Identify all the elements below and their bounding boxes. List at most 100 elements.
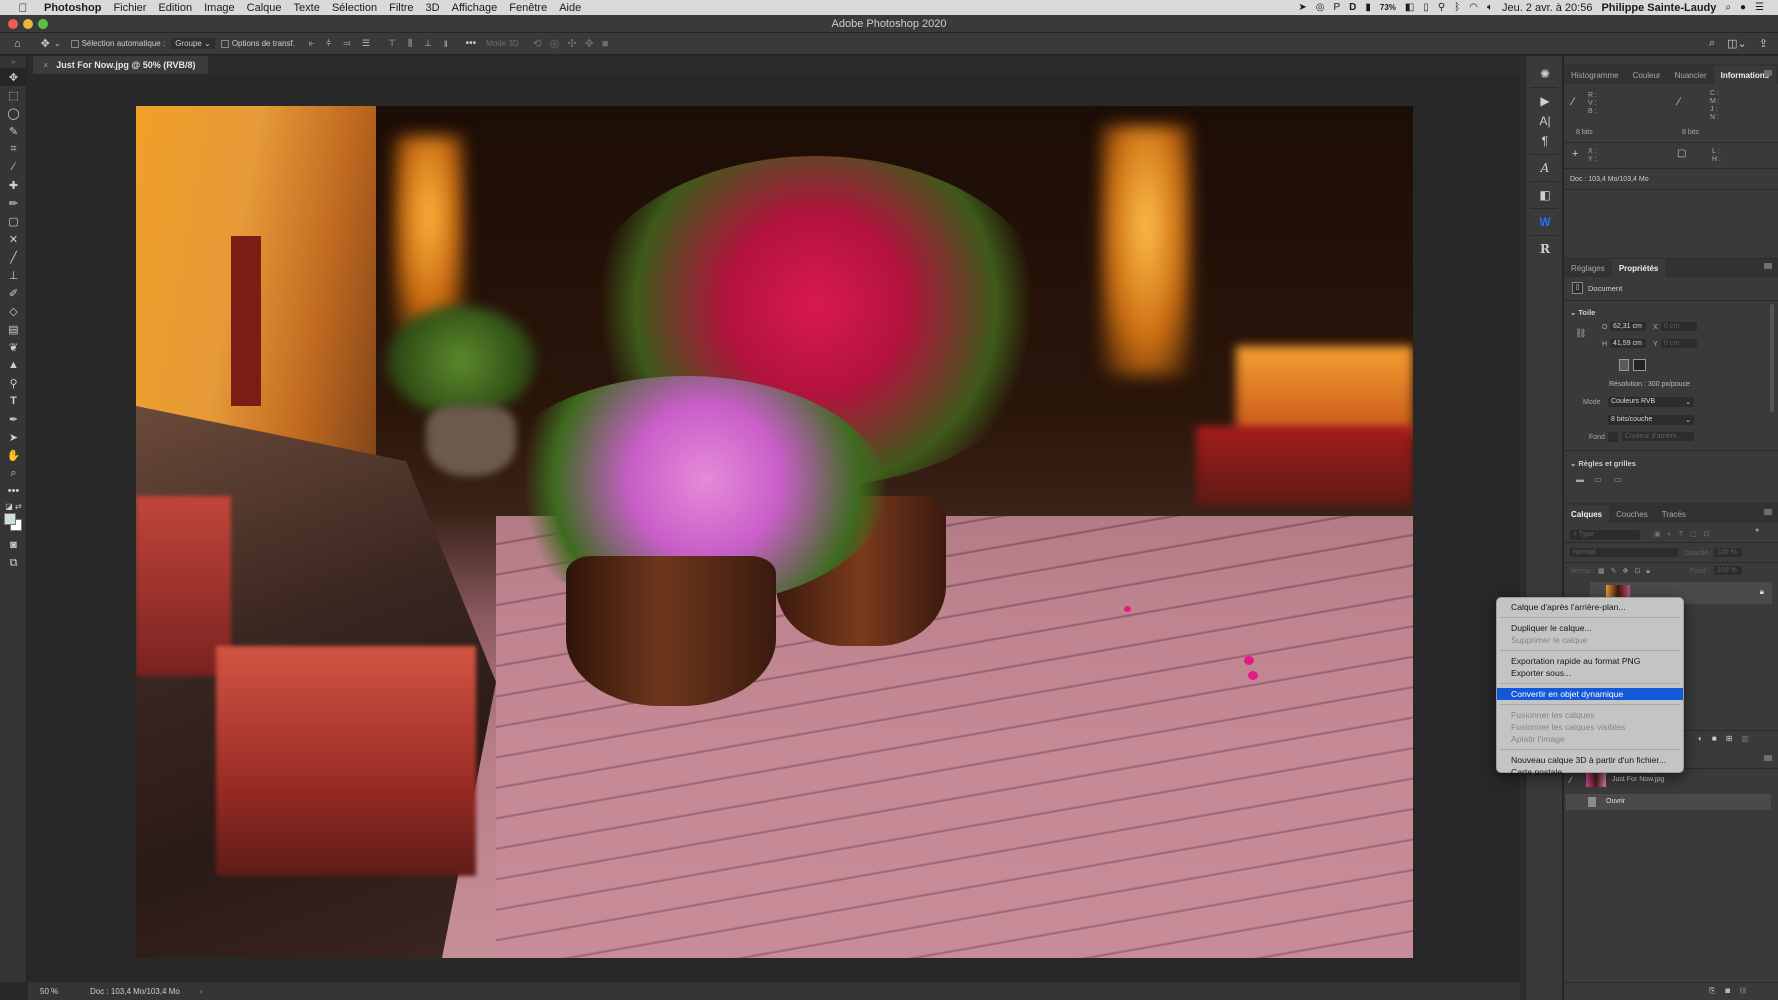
menu-edition[interactable]: Edition xyxy=(158,2,192,14)
menu-fenetre[interactable]: Fenêtre xyxy=(509,2,547,14)
color-mode-dropdown[interactable]: Couleurs RVB ⌄ xyxy=(1608,397,1694,407)
actions-panel-icon[interactable]: ▶ xyxy=(1526,91,1564,111)
drag-3d-icon[interactable]: ✣ xyxy=(567,37,576,50)
properties-scrollbar[interactable] xyxy=(1770,304,1774,412)
menu-app-photoshop[interactable]: Photoshop xyxy=(44,2,101,14)
menu-affichage[interactable]: Affichage xyxy=(452,2,498,14)
portrait-orientation-button[interactable] xyxy=(1619,359,1629,371)
location-icon[interactable]: ➤ xyxy=(1298,2,1306,13)
new-snapshot-icon[interactable]: ◙ xyxy=(1725,986,1740,995)
menu-item-new-3d-layer[interactable]: Nouveau calque 3D à partir d'un fichier.… xyxy=(1497,754,1683,766)
creative-cloud-icon[interactable]: ◎ xyxy=(1316,2,1325,13)
plugin-r-icon[interactable]: R xyxy=(1526,239,1564,259)
filter-toggle-icon[interactable]: ● xyxy=(1755,527,1759,534)
menu-texte[interactable]: Texte xyxy=(294,2,320,14)
landscape-orientation-button[interactable] xyxy=(1633,359,1646,371)
pencil-tool-icon[interactable]: ╱ xyxy=(0,248,27,266)
checkbox-box[interactable] xyxy=(220,39,229,48)
camera-3d-icon[interactable]: ■ xyxy=(602,38,609,50)
volume-icon[interactable]: 🔈︎ xyxy=(1487,2,1493,13)
move-tool-icon[interactable]: ✥ xyxy=(0,68,27,86)
link-dimensions-icon[interactable]: ⛓ xyxy=(1575,328,1586,339)
fond-dropdown[interactable]: Couleur d'arrière... xyxy=(1622,432,1694,441)
section-regles-grilles[interactable]: ⌄ Règles et grilles xyxy=(1570,459,1636,468)
user-name[interactable]: Philippe Sainte-Laudy xyxy=(1601,2,1716,14)
align-middle-v-icon[interactable]: ⫼ xyxy=(408,38,416,49)
move-tool-icon[interactable]: ✥ xyxy=(41,37,50,50)
bluetooth-icon[interactable]: ᛒ xyxy=(1454,2,1460,13)
zoom-level[interactable]: 50 % xyxy=(40,987,80,996)
libraries-panel-icon[interactable]: ◧ xyxy=(1526,185,1564,205)
toggle-icon[interactable]: ◧ xyxy=(1405,2,1414,13)
roll-3d-icon[interactable]: ◎ xyxy=(550,37,560,50)
puppet-warp-icon[interactable]: ✕ xyxy=(0,230,27,248)
slide-3d-icon[interactable]: ✥ xyxy=(585,37,594,50)
fill-field[interactable]: 100 % xyxy=(1714,566,1742,575)
collapse-toolbar-icon[interactable]: » xyxy=(0,56,27,68)
rulers-icon[interactable]: ▬ xyxy=(1576,475,1584,484)
flashlight-icon[interactable]: ▮ xyxy=(1365,2,1371,13)
tab-reglages[interactable]: Réglages xyxy=(1564,259,1612,277)
history-brush-tool-icon[interactable]: ✐ xyxy=(0,284,27,302)
menu-selection[interactable]: Sélection xyxy=(332,2,377,14)
align-top-icon[interactable]: ⊤ xyxy=(388,38,400,49)
distribute-v-icon[interactable]: ‖ xyxy=(444,39,452,49)
distribute-h-icon[interactable]: ☰ xyxy=(362,38,374,49)
layer-filter-field[interactable]: ⌕ Type xyxy=(1570,530,1640,540)
new-document-from-state-icon[interactable]: ⎘ xyxy=(1709,986,1725,995)
path-selection-tool-icon[interactable]: ➤ xyxy=(0,428,27,446)
menu-item-postcard[interactable]: Carte postale xyxy=(1497,766,1683,778)
keyhole-icon[interactable]: ⚲ xyxy=(1438,2,1445,13)
eyedropper-tool-icon[interactable]: ⁄ xyxy=(0,158,27,176)
plugin-w-icon[interactable]: W xyxy=(1526,212,1564,232)
tab-histogramme[interactable]: Histogramme xyxy=(1564,66,1626,84)
clock[interactable]: Jeu. 2 avr. à 20:56 xyxy=(1502,2,1593,14)
canvas-width-field[interactable]: 62,31 cm xyxy=(1610,322,1646,331)
document-image[interactable] xyxy=(136,106,1413,958)
type-tool-icon[interactable]: T xyxy=(0,392,27,410)
align-center-h-icon[interactable]: ⫩ xyxy=(326,38,335,49)
delete-state-icon[interactable]: ▥ xyxy=(1740,986,1756,995)
menu-filtre[interactable]: Filtre xyxy=(389,2,413,14)
canvas-height-field[interactable]: 41,59 cm xyxy=(1610,339,1646,348)
auto-select-dropdown[interactable]: Groupe ⌄ xyxy=(171,38,215,49)
healing-brush-tool-icon[interactable]: ✚ xyxy=(0,176,27,194)
close-tab-icon[interactable]: × xyxy=(43,60,48,70)
tab-traces[interactable]: Tracés xyxy=(1655,505,1693,523)
tab-calques[interactable]: Calques xyxy=(1564,505,1610,523)
blend-mode-dropdown[interactable]: Normal xyxy=(1570,548,1678,557)
auto-select-checkbox[interactable]: Sélection automatique : xyxy=(70,39,165,48)
zoom-tool-icon[interactable]: ⌕ xyxy=(0,464,27,482)
dodge-tool-icon[interactable]: ⚲ xyxy=(0,374,27,392)
d-app-icon[interactable]: D xyxy=(1349,2,1356,13)
foreground-color-swatch[interactable] xyxy=(4,513,16,525)
edit-toolbar-icon[interactable]: ••• xyxy=(0,482,27,500)
brush-tool-icon[interactable]: ✏ xyxy=(0,194,27,212)
grid-icon[interactable]: ▭ xyxy=(1594,475,1602,484)
canvas-x-field[interactable]: 0 cm xyxy=(1661,322,1697,331)
tab-nuancier[interactable]: Nuancier xyxy=(1668,66,1714,84)
adjustment-layer-icon[interactable]: ◐ xyxy=(1698,734,1712,743)
share-icon[interactable]: ⇪ xyxy=(1759,37,1768,50)
new-layer-icon[interactable]: ⊞ xyxy=(1726,734,1742,743)
transform-controls-checkbox[interactable]: Options de transf. xyxy=(220,39,295,48)
spotlight-search-icon[interactable]: ⌕ xyxy=(1725,2,1731,13)
bit-depth-dropdown[interactable]: 8 bits/couche ⌄ xyxy=(1608,415,1694,425)
workspace-icon[interactable]: ◫⌄ xyxy=(1727,37,1747,50)
more-options-button[interactable]: ••• xyxy=(466,38,477,49)
opacity-field[interactable]: 100 % xyxy=(1714,548,1742,557)
frame-tool-icon[interactable]: ▢ xyxy=(0,212,27,230)
checkbox-box[interactable] xyxy=(70,39,79,48)
character-panel-icon[interactable]: A| xyxy=(1526,111,1564,131)
screen-mode-icon[interactable]: ⧉ xyxy=(0,554,27,572)
canvas-area[interactable] xyxy=(28,74,1520,982)
history-item[interactable]: Ouvrir xyxy=(1566,794,1771,810)
home-icon[interactable]: ⌂ xyxy=(14,38,21,50)
blur-tool-icon[interactable]: ❦ xyxy=(0,338,27,356)
quick-mask-icon[interactable]: ◙ xyxy=(0,536,27,554)
pin-icon[interactable]: P xyxy=(1333,2,1340,13)
swap-colors-icon[interactable]: ◪ ⇄ xyxy=(0,500,27,512)
layer-filter-icons[interactable]: ▣◐T▢⊡ xyxy=(1654,530,1717,538)
sharpen-tool-icon[interactable]: ▲ xyxy=(0,356,27,374)
tab-couleur[interactable]: Couleur xyxy=(1626,66,1668,84)
